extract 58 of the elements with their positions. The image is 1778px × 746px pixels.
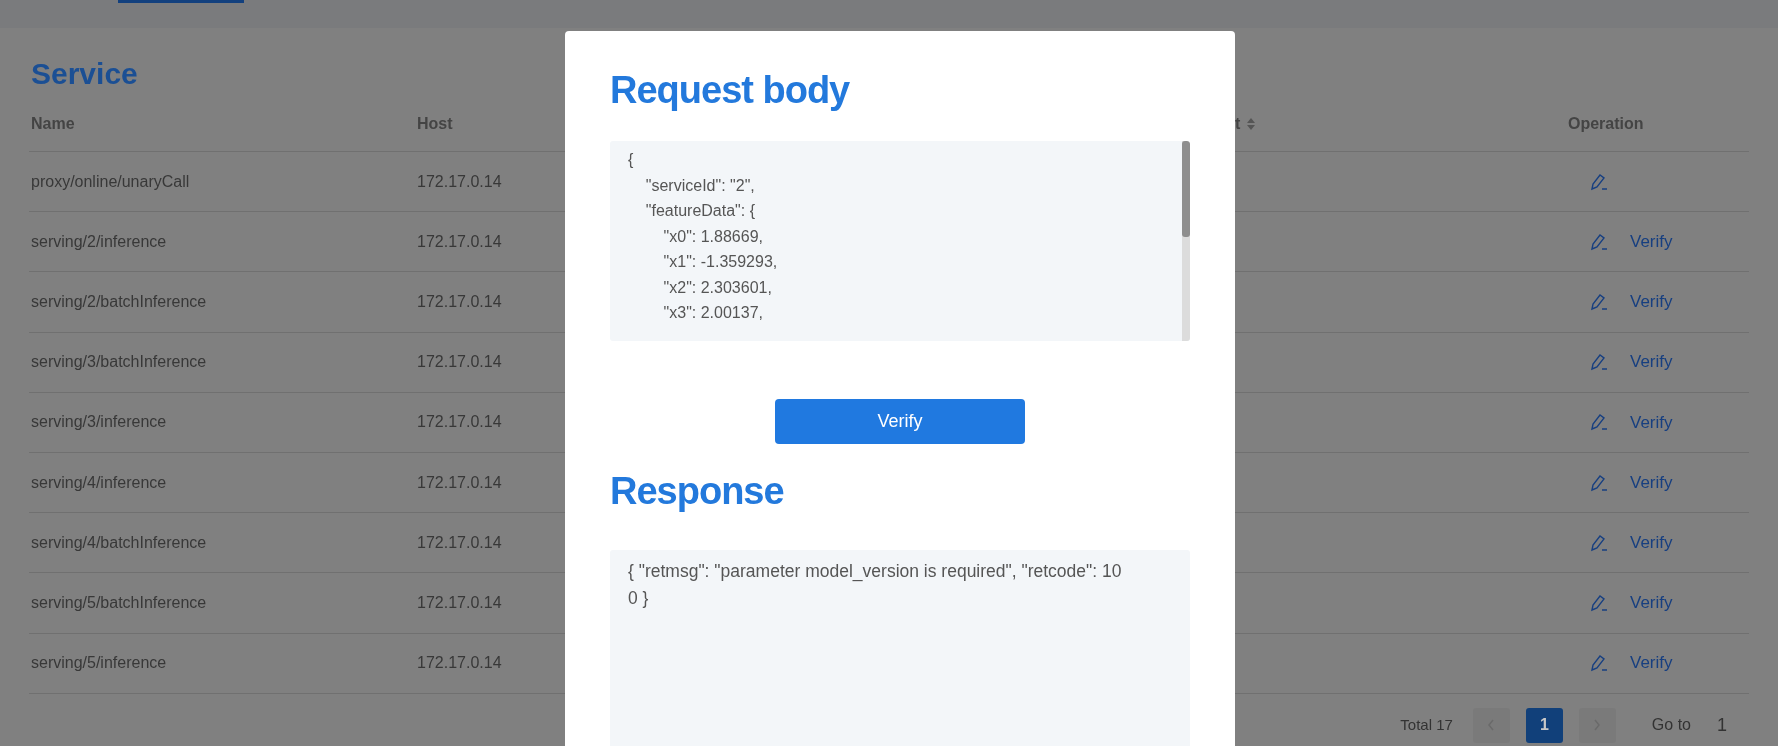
table-cell: serving/4/inference xyxy=(31,473,167,491)
verify-button[interactable]: Verify xyxy=(775,399,1025,444)
sort-icon[interactable] xyxy=(1246,116,1257,131)
edit-icon[interactable] xyxy=(1590,413,1608,432)
verify-link[interactable]: Verify xyxy=(1630,409,1673,436)
code-line: "x1": -1.359293, xyxy=(662,252,778,272)
table-cell: 172.17.0.14 xyxy=(417,232,502,250)
table-cell: 172.17.0.14 xyxy=(417,593,502,611)
code-line: "serviceId": "2", xyxy=(644,175,755,196)
table-cell: serving/2/inference xyxy=(31,232,167,250)
column-header: Name xyxy=(31,113,75,134)
table-cell: proxy/online/unaryCall xyxy=(31,172,190,190)
table-cell: 172.17.0.14 xyxy=(417,172,502,190)
table-cell: 172.17.0.14 xyxy=(417,473,502,491)
edit-icon[interactable] xyxy=(1590,172,1608,191)
code-line: "x2": 2.303601, xyxy=(662,277,772,298)
table-cell: serving/4/batchInference xyxy=(31,533,207,551)
code-line: { xyxy=(628,150,634,170)
page-input[interactable]: 1 xyxy=(1707,711,1737,739)
table-cell: serving/3/inference xyxy=(31,413,167,431)
verify-link[interactable]: Verify xyxy=(1630,469,1673,496)
edit-icon[interactable] xyxy=(1590,473,1608,492)
code-line: "x0": 1.88669, xyxy=(662,226,763,247)
table-cell: serving/5/batchInference xyxy=(31,593,207,611)
scrollbar[interactable] xyxy=(1182,141,1190,341)
column-header: Host xyxy=(417,113,453,134)
dialog-title: Response xyxy=(610,469,784,514)
column-header: Operation xyxy=(1568,113,1644,134)
request-body-field[interactable]: { "serviceId": "2", "featureData": { "x0": 1.88669, "x1": -1.359293, "x2": 2.303601, "x3": 2.00137, xyxy=(610,141,1190,341)
table-cell: 172.17.0.14 xyxy=(417,413,502,431)
edit-icon[interactable] xyxy=(1590,232,1608,251)
verify-link[interactable]: Verify xyxy=(1630,289,1673,315)
code-line: "featureData": { xyxy=(644,201,755,221)
verify-link[interactable]: Verify xyxy=(1630,529,1673,556)
edit-icon[interactable] xyxy=(1590,593,1608,612)
table-cell: serving/5/inference xyxy=(31,654,167,672)
dialog-title: Request body xyxy=(610,68,850,113)
code-line: "x3": 2.00137, xyxy=(662,303,763,323)
table-cell: 172.17.0.14 xyxy=(417,292,502,310)
verify-link[interactable]: Verify xyxy=(1630,349,1673,375)
table-cell: 172.17.0.14 xyxy=(417,654,502,672)
edit-icon[interactable] xyxy=(1590,654,1608,673)
page-button[interactable]: 1 xyxy=(1525,707,1563,743)
verify-link[interactable]: Verify xyxy=(1630,650,1673,676)
edit-icon[interactable] xyxy=(1590,292,1608,311)
table-cell: 172.17.0.14 xyxy=(417,533,502,551)
goto-label: Go to xyxy=(1651,715,1691,736)
edit-icon[interactable] xyxy=(1590,533,1608,552)
verify-link[interactable]: Verify xyxy=(1630,229,1673,255)
response-text: { "retmsg": "parameter model_version is required", "retcode": 100 } xyxy=(628,560,1123,610)
table-cell: 172.17.0.14 xyxy=(417,353,502,371)
page-title: Service xyxy=(31,56,138,92)
edit-icon[interactable] xyxy=(1590,353,1608,372)
verify-link[interactable]: Verify xyxy=(1630,590,1673,616)
column-header: t xyxy=(1235,113,1241,134)
total-count: Total 17 xyxy=(1400,714,1453,735)
table-cell: serving/2/batchInference xyxy=(31,292,207,310)
table-cell: serving/3/batchInference xyxy=(31,353,207,371)
